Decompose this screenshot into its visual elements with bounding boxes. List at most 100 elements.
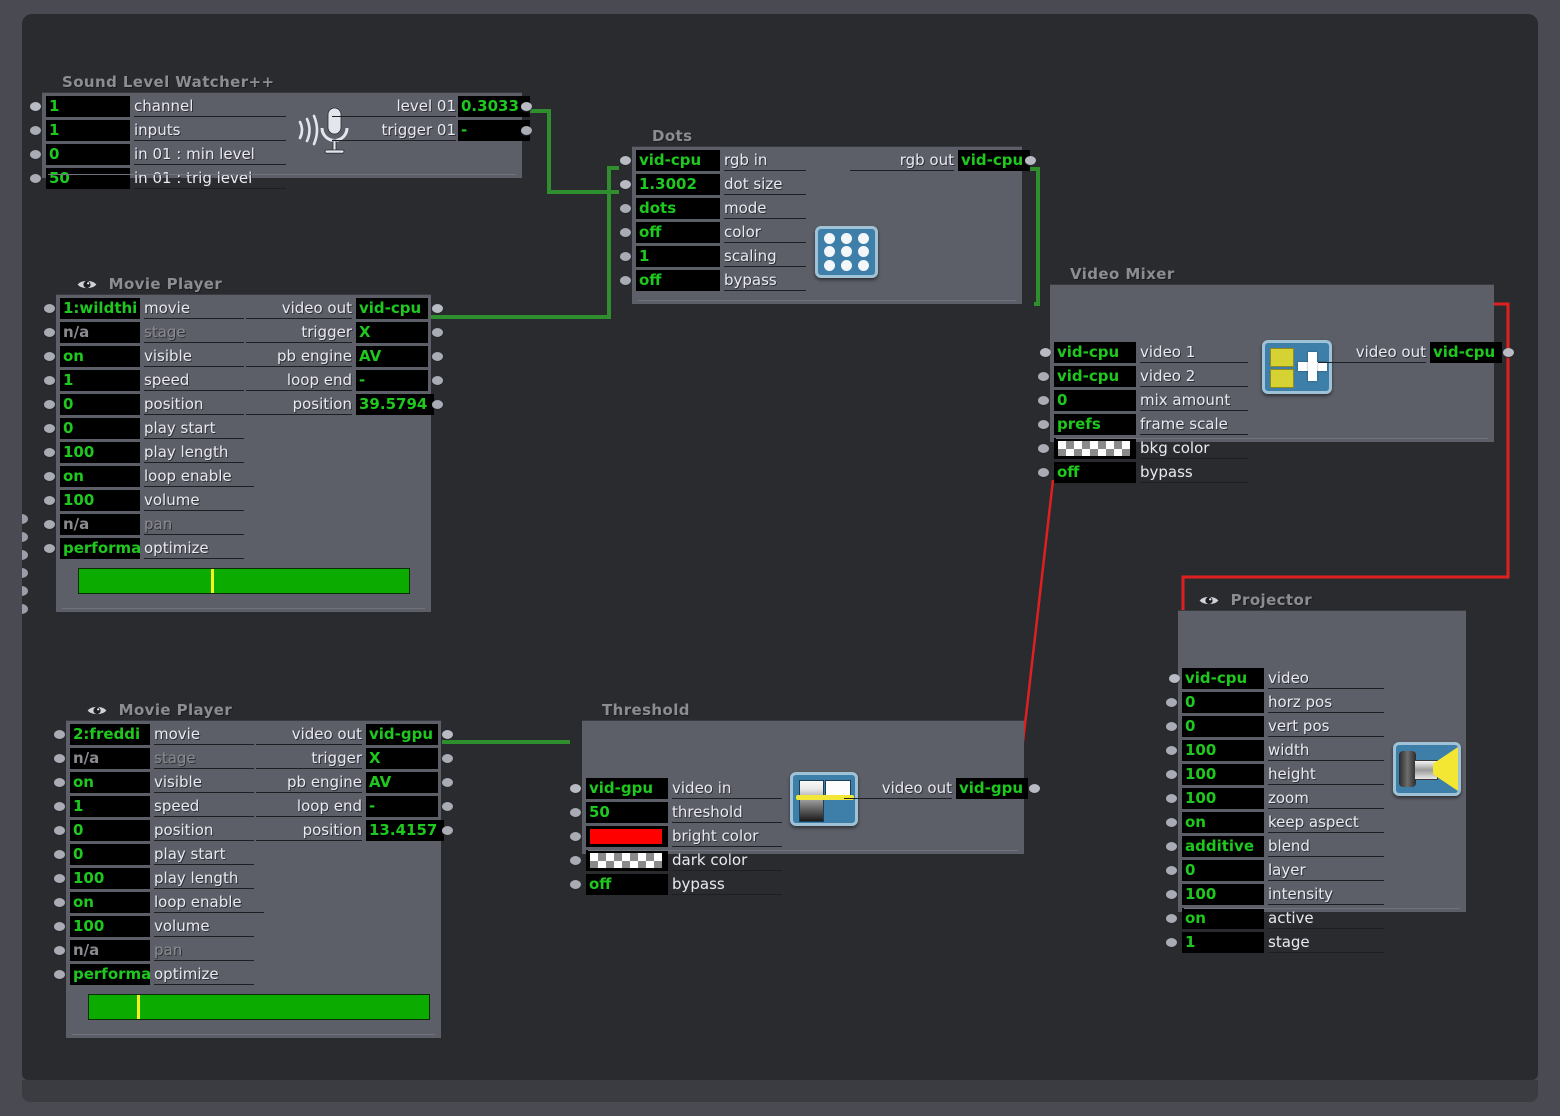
input-value[interactable]: 1 — [46, 96, 130, 117]
param-row[interactable]: off bypass — [570, 873, 1024, 897]
param-row[interactable]: vid-cpu video — [1169, 667, 1466, 691]
input-value[interactable]: 1:wildthi — [60, 298, 140, 319]
param-row[interactable]: 1 scaling — [620, 245, 1022, 269]
param-row[interactable]: n/a pan — [54, 939, 441, 963]
input-port[interactable] — [44, 328, 55, 337]
param-row[interactable]: vid-cpu video 2 — [1038, 365, 1494, 389]
output-port[interactable] — [432, 400, 443, 409]
param-row[interactable]: off bypass — [1038, 461, 1494, 485]
bright-color-swatch[interactable] — [590, 829, 662, 844]
input-value[interactable]: off — [1054, 462, 1136, 483]
param-row[interactable]: dark color — [570, 849, 1024, 873]
input-value[interactable]: 0 — [60, 394, 140, 415]
input-port[interactable] — [44, 496, 55, 505]
input-port[interactable] — [1166, 794, 1177, 803]
input-port[interactable] — [44, 424, 55, 433]
output-value[interactable]: vid-gpu — [956, 778, 1028, 799]
param-row[interactable]: bright color — [570, 825, 1024, 849]
param-row[interactable]: performa optimize — [44, 537, 431, 561]
input-port[interactable] — [570, 880, 581, 889]
input-port[interactable] — [1038, 468, 1049, 477]
node-body[interactable]: vid-cpu video 1 video out vid-cpu vid-cp… — [1038, 284, 1514, 483]
output-port[interactable] — [521, 126, 532, 135]
input-value[interactable]: 100 — [1182, 884, 1264, 905]
param-row[interactable]: 2:freddi movie video out vid-gpu — [54, 723, 453, 747]
input-value[interactable]: dots — [636, 198, 720, 219]
input-value[interactable]: n/a — [60, 514, 140, 535]
param-row[interactable]: n/a stage trigger X — [54, 747, 453, 771]
param-row[interactable]: 100 width — [1166, 739, 1466, 763]
input-value[interactable]: additive — [1182, 836, 1264, 857]
param-row[interactable]: on loop enable — [44, 465, 431, 489]
output-value[interactable]: 13.4157 — [366, 820, 444, 841]
input-port[interactable] — [44, 304, 55, 313]
input-port[interactable] — [1166, 698, 1177, 707]
input-port[interactable] — [1166, 842, 1177, 851]
input-value[interactable]: n/a — [60, 322, 140, 343]
input-port[interactable] — [54, 826, 65, 835]
input-value[interactable]: 50 — [46, 168, 130, 189]
input-port[interactable] — [54, 778, 65, 787]
node-projector[interactable]: Projector vid-cpu video 0 horz pos 0 ver… — [1166, 590, 1466, 953]
param-row[interactable]: 1 speed loop end - — [54, 795, 453, 819]
input-value[interactable]: 100 — [1182, 788, 1264, 809]
param-row[interactable]: 0 vert pos — [1166, 715, 1466, 739]
input-value[interactable]: on — [70, 772, 150, 793]
input-port[interactable] — [30, 126, 41, 135]
input-port[interactable] — [1038, 420, 1049, 429]
node-sound-level-watcher[interactable]: Sound Level Watcher++ 1 channel level 01… — [30, 72, 532, 189]
param-row[interactable]: additive blend — [1166, 835, 1466, 859]
input-port[interactable] — [44, 520, 55, 529]
node-body[interactable]: vid-cpu video 0 horz pos 0 vert pos 100 … — [1166, 610, 1466, 953]
output-port[interactable] — [521, 102, 532, 111]
input-port[interactable] — [54, 970, 65, 979]
offscreen-port[interactable] — [22, 514, 28, 524]
offscreen-port[interactable] — [22, 532, 28, 542]
param-row[interactable]: 0 in 01 : min level — [30, 143, 522, 167]
node-dots[interactable]: Dots vid-cpu rgb in rgb out vid-cpu 1.30… — [620, 126, 1036, 304]
input-value[interactable]: n/a — [70, 748, 150, 769]
bkg-color-swatch[interactable] — [1058, 441, 1130, 456]
param-row[interactable]: on visible pb engine AV — [54, 771, 453, 795]
input-value[interactable]: 1 — [60, 370, 140, 391]
input-value[interactable] — [586, 850, 668, 871]
input-port[interactable] — [1040, 348, 1051, 357]
node-body[interactable]: 1:wildthi movie video out vid-cpu n/a st… — [44, 294, 443, 612]
param-row[interactable]: prefs frame scale — [1038, 413, 1494, 437]
input-value[interactable]: 1 — [46, 120, 130, 141]
node-threshold[interactable]: Threshold vid-gpu video in video out vid… — [570, 700, 1040, 895]
input-value[interactable]: vid-gpu — [586, 778, 668, 799]
output-value[interactable]: vid-gpu — [366, 724, 438, 745]
offscreen-port[interactable] — [22, 586, 28, 596]
output-port[interactable] — [1025, 156, 1036, 165]
param-row[interactable]: n/a stage trigger X — [44, 321, 443, 345]
input-port[interactable] — [570, 832, 581, 841]
input-port[interactable] — [54, 730, 65, 739]
input-port[interactable] — [44, 448, 55, 457]
input-value[interactable]: 100 — [70, 868, 150, 889]
input-value[interactable]: 100 — [1182, 764, 1264, 785]
input-value[interactable]: 0 — [70, 844, 150, 865]
output-value[interactable]: AV — [356, 346, 428, 367]
param-row[interactable]: on loop enable — [54, 891, 441, 915]
input-port[interactable] — [44, 352, 55, 361]
output-port[interactable] — [432, 352, 443, 361]
param-row[interactable]: 100 play length — [54, 867, 441, 891]
param-row[interactable]: 0 position position 13.4157 — [54, 819, 453, 843]
input-port[interactable] — [620, 252, 631, 261]
input-port[interactable] — [30, 150, 41, 159]
playhead-marker[interactable] — [211, 569, 214, 593]
input-port[interactable] — [54, 802, 65, 811]
input-port[interactable] — [44, 472, 55, 481]
input-value[interactable]: 1 — [636, 246, 720, 267]
param-row[interactable]: 0 play start — [54, 843, 441, 867]
offscreen-port[interactable] — [22, 550, 28, 560]
output-value[interactable]: - — [458, 120, 530, 141]
input-value[interactable]: 0 — [1182, 860, 1264, 881]
offscreen-port[interactable] — [22, 604, 28, 614]
param-row[interactable]: 100 zoom — [1166, 787, 1466, 811]
param-row[interactable]: on visible pb engine AV — [44, 345, 443, 369]
input-port[interactable] — [54, 946, 65, 955]
output-port[interactable] — [442, 778, 453, 787]
input-value[interactable]: 100 — [60, 442, 140, 463]
